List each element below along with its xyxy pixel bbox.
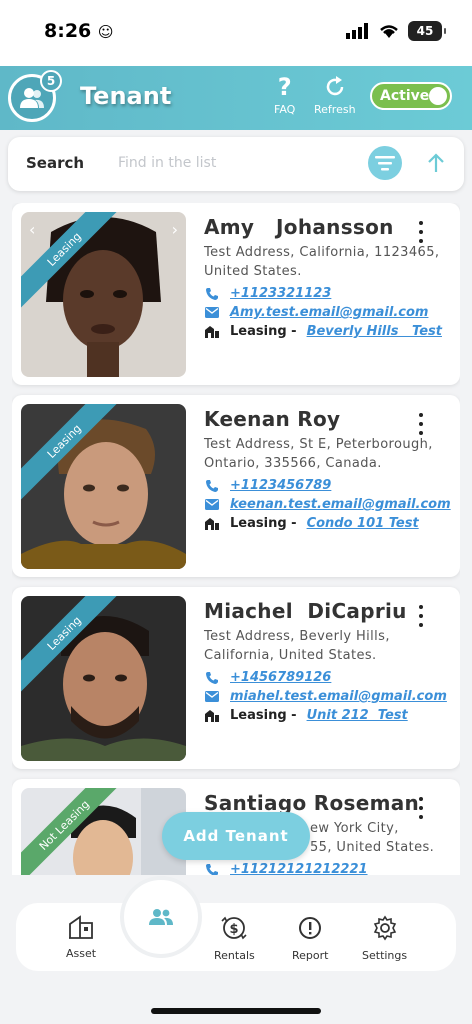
- property-link[interactable]: Beverly Hills Test: [307, 324, 442, 339]
- signal-icon: [346, 23, 368, 39]
- smiley-icon: ☺: [97, 23, 114, 41]
- svg-text:$: $: [230, 922, 239, 937]
- arrow-up-icon: [428, 153, 444, 172]
- phone-link[interactable]: +11212121212221: [230, 862, 368, 875]
- tenant-portrait: [21, 212, 186, 377]
- tenant-card[interactable]: Leasing Keenan Roy Test Address, St E, P…: [12, 395, 460, 577]
- building-icon: [204, 517, 220, 531]
- phone-row: +1456789126: [204, 670, 331, 685]
- email-row: keenan.test.email@gmail.com: [204, 497, 451, 512]
- filter-button[interactable]: [368, 146, 402, 180]
- tenants-icon: [149, 909, 173, 925]
- tenant-name: Keenan Roy: [204, 407, 341, 431]
- wifi-icon: [380, 25, 398, 38]
- building-icon: [204, 709, 220, 723]
- tenant-address: Test Address, California, 1123465, Unite…: [204, 245, 440, 279]
- question-icon: ?: [277, 73, 292, 101]
- nav-settings[interactable]: Settings: [362, 915, 407, 962]
- email-link[interactable]: keenan.test.email@gmail.com: [230, 497, 451, 512]
- mail-icon: [204, 690, 220, 704]
- tenant-address: Test Address, St E, Peterborough, Ontari…: [204, 437, 433, 471]
- tenant-card[interactable]: ‹ › Leasing Amy Johansson Test Address, …: [12, 203, 460, 385]
- page-title: Tenant: [80, 82, 172, 110]
- email-row: miahel.test.email@gmail.com: [204, 689, 447, 704]
- phone-icon: [204, 863, 220, 875]
- toggle-knob: [429, 87, 447, 105]
- tenant-photo: Leasing: [21, 596, 186, 761]
- leasing-row: Leasing - Beverly Hills Test: [204, 324, 442, 339]
- phone-icon: [204, 671, 220, 685]
- phone-row: +11212121212221: [204, 862, 368, 875]
- app-header: 5 Tenant ? FAQ Refresh Active: [0, 66, 472, 130]
- email-row: Amy.test.email@gmail.com: [204, 305, 428, 320]
- home-indicator: [151, 1008, 321, 1014]
- phone-row: +1123321123: [204, 286, 331, 301]
- phone-link[interactable]: +1123456789: [230, 478, 331, 493]
- status-icons: 45: [346, 21, 446, 41]
- gear-icon: [373, 915, 396, 941]
- tenant-portrait: [21, 404, 186, 569]
- prev-photo-icon[interactable]: ‹: [29, 220, 35, 239]
- building-icon: [69, 915, 93, 939]
- phone-row: +1123456789: [204, 478, 331, 493]
- status-time: 8:26 ☺: [44, 20, 114, 42]
- refresh-button[interactable]: Refresh: [314, 74, 356, 116]
- more-options-icon[interactable]: [414, 797, 428, 819]
- add-tenant-button[interactable]: Add Tenant: [162, 812, 310, 860]
- tenant-portrait: [21, 596, 186, 761]
- faq-button[interactable]: ? FAQ: [274, 74, 295, 116]
- leasing-row: Leasing - Condo 101 Test: [204, 516, 419, 531]
- tenant-list: ‹ › Leasing Amy Johansson Test Address, …: [12, 203, 460, 875]
- alert-icon: [299, 917, 322, 939]
- mail-icon: [204, 498, 220, 512]
- email-link[interactable]: miahel.test.email@gmail.com: [230, 689, 447, 704]
- tenant-card[interactable]: Leasing Miachel DiCapriu Test Address, B…: [12, 587, 460, 769]
- tenant-count-badge: 5: [40, 70, 62, 92]
- rentals-icon: $: [221, 916, 247, 940]
- property-link[interactable]: Condo 101 Test: [307, 516, 419, 531]
- search-label: Search: [26, 154, 85, 172]
- phone-link[interactable]: +1456789126: [230, 670, 331, 685]
- search-input[interactable]: [118, 148, 358, 178]
- tenant-address: Test Address, Beverly Hills, California,…: [204, 629, 390, 663]
- nav-report[interactable]: Report: [292, 915, 328, 962]
- mail-icon: [204, 306, 220, 320]
- bottom-nav: Asset $ Rentals Report Settings: [16, 903, 456, 971]
- more-options-icon[interactable]: [414, 413, 428, 435]
- phone-link[interactable]: +1123321123: [230, 286, 331, 301]
- tenant-photo: Not Leasing: [21, 788, 186, 875]
- more-options-icon[interactable]: [414, 605, 428, 627]
- tenant-name: Amy Johansson: [204, 215, 394, 239]
- status-bar: 8:26 ☺ 45: [0, 0, 472, 66]
- next-photo-icon[interactable]: ›: [172, 220, 178, 239]
- tenant-photo: ‹ › Leasing: [21, 212, 186, 377]
- leasing-row: Leasing - Unit 212 Test: [204, 708, 408, 723]
- tenant-photo: Leasing: [21, 404, 186, 569]
- active-toggle[interactable]: Active: [370, 82, 452, 110]
- search-bar: Search: [8, 137, 464, 191]
- nav-rentals[interactable]: $ Rentals: [214, 915, 255, 962]
- battery-icon: 45: [408, 21, 446, 41]
- phone-icon: [204, 287, 220, 301]
- building-icon: [204, 325, 220, 339]
- filter-icon: [375, 156, 395, 171]
- refresh-icon: [326, 76, 344, 96]
- nav-tenant[interactable]: [120, 876, 202, 958]
- tenant-name: Miachel DiCapriu: [204, 599, 407, 623]
- phone-icon: [204, 479, 220, 493]
- more-options-icon[interactable]: [414, 221, 428, 243]
- nav-asset[interactable]: Asset: [66, 915, 96, 960]
- sort-button[interactable]: [422, 149, 450, 177]
- property-link[interactable]: Unit 212 Test: [307, 708, 408, 723]
- email-link[interactable]: Amy.test.email@gmail.com: [230, 305, 428, 320]
